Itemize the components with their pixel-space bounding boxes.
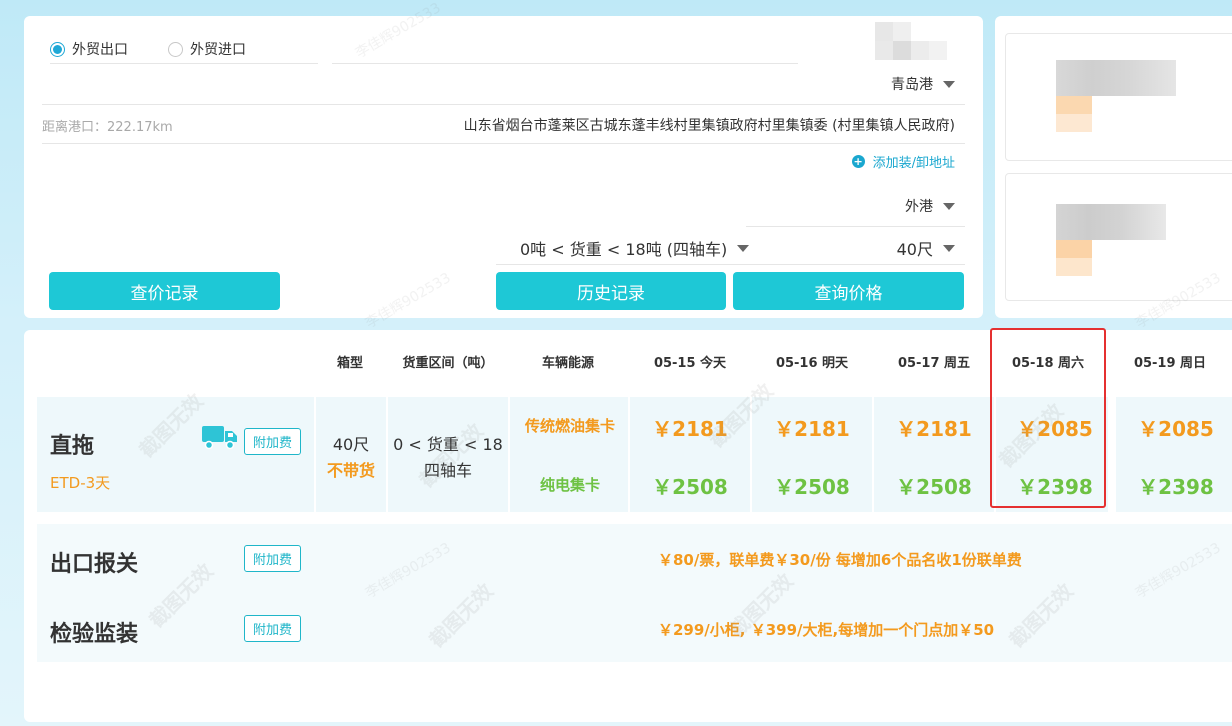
- fuel-price-day2[interactable]: ￥2181: [752, 413, 872, 442]
- electric-price-day1[interactable]: ￥2508: [630, 471, 750, 500]
- header-date-5: 05-19 周日: [1133, 356, 1207, 371]
- header-date-1: 05-15 今天: [653, 356, 727, 371]
- distance-to-port: 距离港口：222.17km: [42, 120, 173, 135]
- highlight-annotation-box: [990, 328, 1106, 508]
- price-record-button[interactable]: 查价记录: [49, 272, 280, 310]
- radio-checked-icon: [50, 41, 65, 57]
- electric-truck-label: 纯电集卡: [539, 476, 600, 494]
- side-panel: [995, 16, 1232, 318]
- container-size-value: 40尺: [896, 240, 933, 259]
- inspection-fee-tag[interactable]: 附加费: [244, 615, 301, 642]
- weight-range-line1: 0 < 货重 < 18: [393, 435, 503, 454]
- divider: [496, 264, 746, 265]
- side-item[interactable]: [1005, 173, 1232, 301]
- divider: [50, 63, 318, 64]
- truck-icon: [202, 426, 237, 450]
- divider: [42, 104, 965, 105]
- add-address-label: 添加装/卸地址: [872, 156, 955, 171]
- add-address-link[interactable]: + 添加装/卸地址: [851, 152, 955, 171]
- side-item[interactable]: [1005, 33, 1232, 161]
- radio-import[interactable]: 外贸进口: [168, 39, 246, 59]
- trade-type-radio-group: 外贸出口 外贸进口: [50, 34, 286, 64]
- fuel-price-day3[interactable]: ￥2181: [874, 413, 994, 442]
- header-vehicle-energy: 车辆能源: [541, 356, 594, 371]
- radio-import-label: 外贸进口: [190, 42, 246, 58]
- caret-down-icon: [943, 80, 955, 88]
- blurred-image: [875, 22, 965, 60]
- customs-fee-desc: ￥80/票，联单费￥30/份 每增加6个品名收1份联单费: [658, 551, 1022, 569]
- address-input[interactable]: 山东省烟台市蓬莱区古城东蓬丰线村里集镇政府村里集镇委 (村里集镇人民政府): [464, 115, 955, 135]
- query-price-button[interactable]: 查询价格: [733, 272, 964, 310]
- electric-price-day3[interactable]: ￥2508: [874, 471, 994, 500]
- fuel-truck-label: 传统燃油集卡: [524, 417, 615, 435]
- plus-circle-icon: +: [851, 155, 865, 168]
- inspection-fee-desc: ￥299/小柜, ￥399/大柜,每增加一个门点加￥50: [658, 621, 995, 639]
- electric-price-day5[interactable]: ￥2398: [1116, 471, 1232, 500]
- radio-unchecked-icon: [168, 41, 183, 57]
- customs-title: 出口报关: [50, 552, 139, 577]
- history-button[interactable]: 历史记录: [496, 272, 726, 310]
- header-date-3: 05-17 周五: [897, 356, 971, 371]
- caret-down-icon: [737, 244, 750, 252]
- header-date-2: 05-16 明天: [775, 356, 849, 371]
- radio-export[interactable]: 外贸出口: [50, 39, 128, 59]
- divider: [746, 226, 965, 227]
- blurred-image: [1056, 204, 1176, 279]
- container-size-select[interactable]: 40尺: [897, 236, 955, 260]
- divider: [42, 143, 965, 144]
- container-size-cell: 40尺: [332, 435, 370, 454]
- query-form-card: 外贸出口 外贸进口 青岛港 距离港口：222.17km 山东省烟台市蓬莱区古城东…: [24, 16, 983, 318]
- direct-fee-tag[interactable]: 附加费: [244, 428, 301, 455]
- direct-title: 直拖: [50, 434, 95, 459]
- no-cargo-label: 不带货: [326, 461, 375, 480]
- fuel-price-day5[interactable]: ￥2085: [1116, 413, 1232, 442]
- divider: [746, 264, 965, 265]
- weight-range-select[interactable]: 0吨 < 货重 < 18吨 (四轴车): [520, 236, 750, 260]
- caret-down-icon: [943, 202, 955, 210]
- electric-price-day2[interactable]: ￥2508: [752, 471, 872, 500]
- etd-label: ETD-3天: [50, 474, 111, 492]
- customs-fee-tag[interactable]: 附加费: [244, 545, 301, 572]
- inspection-title: 检验监装: [50, 622, 139, 647]
- outer-port-select[interactable]: 外港: [905, 196, 955, 216]
- radio-export-label: 外贸出口: [72, 42, 128, 58]
- weight-range-line2: 四轴车: [423, 461, 472, 480]
- port-select-value: 青岛港: [891, 77, 933, 93]
- fees-rows-bg: [37, 524, 1232, 662]
- blurred-image: [1056, 60, 1176, 135]
- divider: [332, 63, 798, 64]
- caret-down-icon: [943, 244, 955, 252]
- fuel-price-day1[interactable]: ￥2181: [630, 413, 750, 442]
- header-weight-range: 货重区间（吨）: [402, 356, 494, 371]
- port-select[interactable]: 青岛港: [891, 74, 955, 94]
- header-container-type: 箱型: [336, 356, 363, 371]
- outer-port-value: 外港: [905, 199, 933, 215]
- weight-range-value: 0吨 < 货重 < 18吨 (四轴车): [520, 240, 728, 259]
